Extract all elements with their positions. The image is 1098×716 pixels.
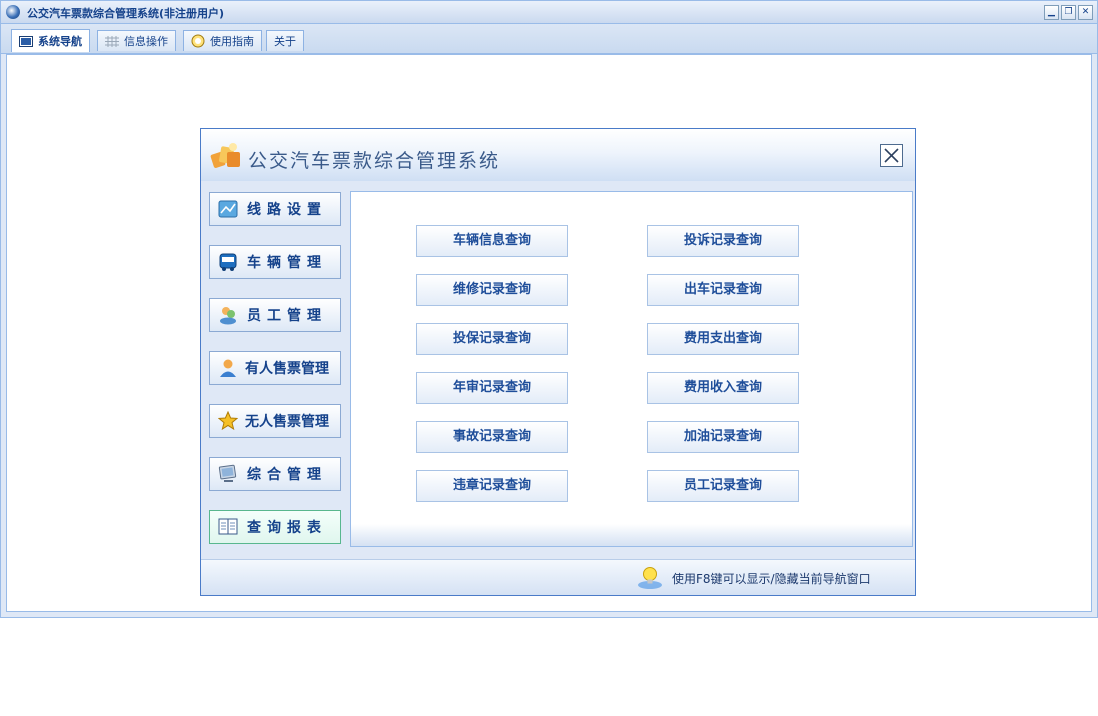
nav-label: 无人售票管理 bbox=[245, 414, 329, 430]
query-button[interactable]: 事故记录查询 bbox=[416, 421, 568, 453]
navigation-dialog: 公交汽车票款综合管理系统 线路设置 车辆管理 员工管理 有人售票管理 无人售票管… bbox=[200, 128, 916, 596]
nav-label: 员工管理 bbox=[247, 308, 327, 324]
tab-label: 关于 bbox=[274, 35, 296, 48]
query-button[interactable]: 车辆信息查询 bbox=[416, 225, 568, 257]
tab-bar: 系统导航 信息操作 使用指南 关于 bbox=[1, 24, 1097, 54]
nav-vehicle-management[interactable]: 车辆管理 bbox=[209, 245, 341, 279]
staff-icon bbox=[220, 307, 236, 325]
panel-footer bbox=[351, 524, 912, 546]
dialog-footer: 使用F8键可以显示/隐藏当前导航窗口 bbox=[201, 559, 915, 595]
query-panel: 车辆信息查询 维修记录查询 投保记录查询 年审记录查询 事故记录查询 违章记录查… bbox=[350, 191, 913, 547]
navigation-icon bbox=[19, 35, 33, 47]
query-button[interactable]: 维修记录查询 bbox=[416, 274, 568, 306]
query-button[interactable]: 违章记录查询 bbox=[416, 470, 568, 502]
nav-label: 车辆管理 bbox=[247, 255, 327, 271]
query-button[interactable]: 年审记录查询 bbox=[416, 372, 568, 404]
query-button[interactable]: 费用收入查询 bbox=[647, 372, 799, 404]
window-title: 公交汽车票款综合管理系统(非注册用户) bbox=[27, 7, 225, 20]
query-button[interactable]: 加油记录查询 bbox=[647, 421, 799, 453]
bus-icon bbox=[219, 253, 237, 271]
close-button[interactable]: ✕ bbox=[1078, 5, 1093, 20]
nav-label: 综合管理 bbox=[247, 467, 327, 483]
dialog-close-icon[interactable] bbox=[880, 144, 903, 167]
window-controls: ▁ ❐ ✕ bbox=[1044, 5, 1093, 20]
lightbulb-icon bbox=[638, 567, 662, 589]
minimize-button[interactable]: ▁ bbox=[1044, 5, 1059, 20]
report-icon bbox=[218, 518, 238, 535]
nav-label: 线路设置 bbox=[247, 202, 327, 218]
tab-user-guide[interactable]: 使用指南 bbox=[183, 30, 262, 51]
guide-icon bbox=[191, 34, 205, 48]
tab-info-operations[interactable]: 信息操作 bbox=[97, 30, 176, 51]
query-button[interactable]: 费用支出查询 bbox=[647, 323, 799, 355]
app-logo-icon bbox=[6, 5, 20, 19]
tab-label: 系统导航 bbox=[38, 35, 82, 48]
tab-label: 信息操作 bbox=[124, 35, 168, 48]
nav-staffed-ticketing[interactable]: 有人售票管理 bbox=[209, 351, 341, 385]
dialog-header: 公交汽车票款综合管理系统 bbox=[201, 129, 915, 181]
nav-staff-management[interactable]: 员工管理 bbox=[209, 298, 341, 332]
nav-comprehensive-management[interactable]: 综合管理 bbox=[209, 457, 341, 491]
restore-button[interactable]: ❐ bbox=[1061, 5, 1076, 20]
grid-icon bbox=[105, 35, 119, 47]
nav-query-reports[interactable]: 查询报表 bbox=[209, 510, 341, 544]
nav-route-settings[interactable]: 线路设置 bbox=[209, 192, 341, 226]
tab-about[interactable]: 关于 bbox=[266, 30, 304, 51]
footer-hint: 使用F8键可以显示/隐藏当前导航窗口 bbox=[672, 572, 871, 586]
tab-label: 使用指南 bbox=[210, 35, 254, 48]
title-bar: 公交汽车票款综合管理系统(非注册用户) ▁ ❐ ✕ bbox=[1, 1, 1097, 24]
route-icon bbox=[218, 200, 238, 218]
bus-ticket-logo-icon bbox=[210, 143, 240, 168]
query-button[interactable]: 投诉记录查询 bbox=[647, 225, 799, 257]
query-button[interactable]: 出车记录查询 bbox=[647, 274, 799, 306]
nav-label: 有人售票管理 bbox=[245, 361, 329, 377]
star-icon bbox=[218, 411, 238, 431]
monitor-icon bbox=[218, 464, 237, 482]
nav-unstaffed-ticketing[interactable]: 无人售票管理 bbox=[209, 404, 341, 438]
ticket-seller-icon bbox=[220, 359, 236, 377]
tab-system-navigation[interactable]: 系统导航 bbox=[11, 29, 90, 52]
nav-label: 查询报表 bbox=[247, 520, 327, 536]
dialog-title: 公交汽车票款综合管理系统 bbox=[248, 150, 501, 172]
query-button[interactable]: 员工记录查询 bbox=[647, 470, 799, 502]
query-button[interactable]: 投保记录查询 bbox=[416, 323, 568, 355]
